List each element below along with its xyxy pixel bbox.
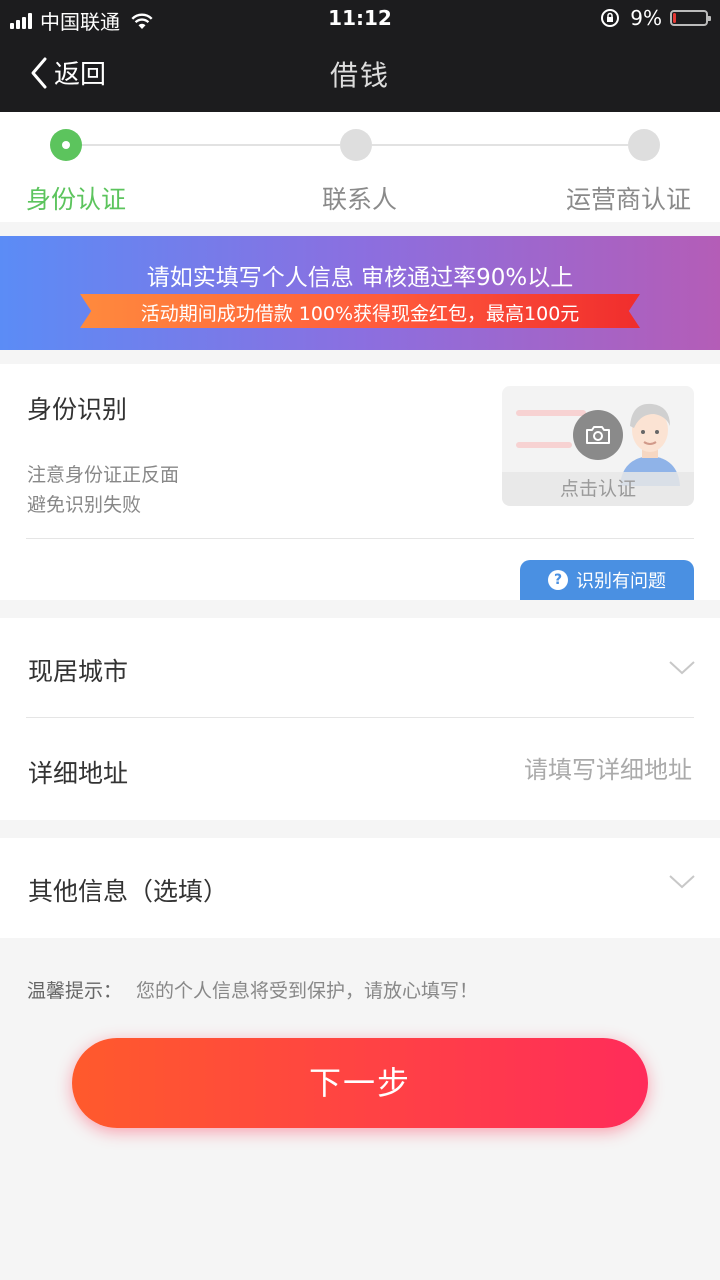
status-bar: 中国联通 11:12 9% xyxy=(0,0,720,36)
step-connector xyxy=(82,144,340,146)
next-step-button[interactable]: 下一步 xyxy=(72,1038,648,1128)
step-label-carrier: 运营商认证 xyxy=(566,185,692,214)
battery-icon xyxy=(670,10,711,26)
promo-banner: 请如实填写个人信息 审核通过率90%以上 活动期间成功借款 100%获得现金红包… xyxy=(0,236,720,350)
card-stripe xyxy=(516,442,572,448)
divider xyxy=(26,538,694,539)
privacy-tip: 温馨提示： 您的个人信息将受到保护，请放心填写！ xyxy=(27,976,478,1003)
question-icon: ? xyxy=(548,570,568,590)
nav-bar: 返回 借钱 xyxy=(0,36,720,112)
address-section: 现居城市 详细地址 xyxy=(0,618,720,820)
id-recognition-section: 身份识别 注意身份证正反面 避免识别失败 点击认证 ? 识别有问题 xyxy=(0,364,720,600)
recognition-problem-label: 识别有问题 xyxy=(576,571,666,592)
recognition-problem-button[interactable]: ? 识别有问题 xyxy=(520,560,694,600)
chevron-down-icon xyxy=(669,661,695,675)
battery-percent: 9% xyxy=(630,6,662,30)
other-info-row[interactable]: 其他信息（选填） xyxy=(0,838,720,938)
other-info-label: 其他信息（选填） xyxy=(28,877,229,906)
step-dot-carrier xyxy=(628,129,660,161)
promo-ribbon: 活动期间成功借款 100%获得现金红包，最高100元 xyxy=(80,294,640,328)
battery-level xyxy=(673,13,676,23)
rotation-lock-icon xyxy=(601,9,620,27)
id-tip: 注意身份证正反面 xyxy=(27,464,180,486)
step-connector xyxy=(372,144,628,146)
step-label-identity: 身份认证 xyxy=(26,185,127,214)
detail-address-label: 详细地址 xyxy=(28,759,129,788)
status-right: 9% xyxy=(600,6,711,30)
step-label-contacts: 联系人 xyxy=(322,185,398,214)
ribbon-text: 活动期间成功借款 100%获得现金红包，最高100元 xyxy=(140,303,580,325)
card-stripe xyxy=(516,410,586,416)
chevron-down-icon xyxy=(669,875,695,889)
step-dot-contacts xyxy=(340,129,372,161)
city-label: 现居城市 xyxy=(28,657,129,686)
step-dot-identity xyxy=(50,129,82,161)
id-tip: 避免识别失败 xyxy=(27,494,142,516)
detail-address-input[interactable] xyxy=(372,756,692,784)
city-row[interactable]: 现居城市 xyxy=(0,618,720,717)
tip-text: 您的个人信息将受到保护，请放心填写！ xyxy=(136,980,479,1002)
tip-prefix: 温馨提示： xyxy=(27,980,123,1002)
scan-card-label: 点击认证 xyxy=(502,472,694,506)
id-section-title: 身份识别 xyxy=(27,395,128,424)
camera-icon xyxy=(573,410,623,460)
id-card-scan-button[interactable]: 点击认证 xyxy=(502,386,694,506)
progress-stepper: 身份认证 联系人 运营商认证 xyxy=(0,112,720,222)
page-title: 借钱 xyxy=(329,59,390,92)
banner-headline: 请如实填写个人信息 审核通过率90%以上 xyxy=(146,265,574,291)
divider xyxy=(26,717,694,718)
